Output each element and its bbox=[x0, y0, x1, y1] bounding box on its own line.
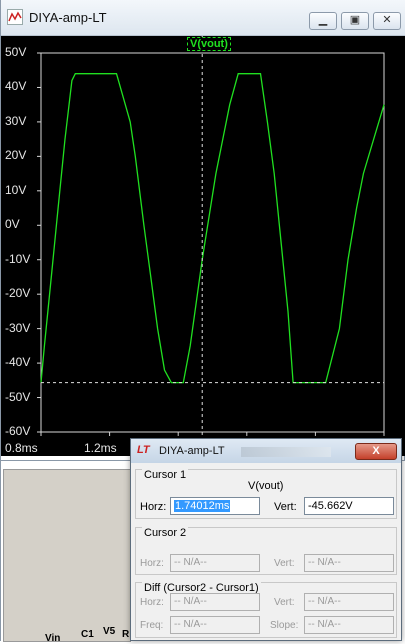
y-tick-label: 10V bbox=[5, 182, 27, 197]
restore-button[interactable]: ▣ bbox=[341, 12, 369, 30]
y-tick-label: -10V bbox=[5, 251, 31, 266]
cursor-dialog: LT DIYA-amp-LT X Cursor 1 V(vout) Horz: … bbox=[130, 438, 402, 641]
cursor1-heading: Cursor 1 bbox=[142, 469, 189, 481]
minimize-button[interactable]: ▁ bbox=[309, 12, 337, 30]
cursor2-horz-field: -- N/A-- bbox=[170, 554, 260, 572]
y-tick-label: 30V bbox=[5, 113, 27, 128]
ltspice-icon: LT bbox=[137, 444, 150, 456]
diff-vert-field: -- N/A-- bbox=[304, 593, 394, 611]
trace-vout bbox=[40, 73, 385, 384]
plot-frame bbox=[40, 52, 385, 433]
diff-vert-label: Vert: bbox=[274, 597, 295, 608]
cursor2-vert-field: -- N/A-- bbox=[304, 554, 394, 572]
waveform-app-icon bbox=[7, 9, 23, 25]
plot-pane[interactable] bbox=[1, 36, 405, 456]
cursor1-group: Cursor 1 V(vout) Horz: 1.74012ms Vert: -… bbox=[135, 469, 397, 519]
schematic-label-c1: C1 bbox=[81, 629, 94, 640]
y-tick-label: -30V bbox=[5, 320, 31, 335]
y-tick-label: -40V bbox=[5, 355, 31, 370]
dialog-titlebar[interactable]: LT DIYA-amp-LT X bbox=[131, 439, 401, 463]
diff-slope-label: Slope: bbox=[270, 620, 299, 631]
cursor1-horz-value[interactable]: 1.74012ms bbox=[174, 500, 231, 512]
cursor1-vert-field[interactable]: -45.662V bbox=[304, 497, 394, 515]
cursor2-horz-label: Horz: bbox=[140, 558, 164, 569]
diff-horz-field: -- N/A-- bbox=[170, 593, 260, 611]
diff-freq-label: Freq: bbox=[140, 620, 164, 631]
diff-horz-label: Horz: bbox=[140, 597, 164, 608]
close-button[interactable]: ✕ bbox=[373, 12, 401, 30]
dialog-close-button[interactable]: X bbox=[355, 443, 397, 460]
dialog-title: DIYA-amp-LT bbox=[159, 445, 225, 457]
cursor1-vert-label: Vert: bbox=[274, 501, 297, 513]
waveform-plot[interactable] bbox=[1, 36, 405, 456]
x-tick-label: 1.2ms bbox=[84, 441, 117, 455]
trace-label-vout[interactable]: V(vout) bbox=[187, 37, 231, 51]
cursor1-trace: V(vout) bbox=[248, 480, 284, 492]
schematic-label-v5: V5 bbox=[103, 626, 116, 637]
y-tick-label: -60V bbox=[5, 424, 31, 438]
cursor1-horz-field[interactable]: 1.74012ms bbox=[170, 497, 260, 515]
diff-slope-field: -- N/A-- bbox=[304, 616, 394, 634]
blurred-title-region bbox=[241, 447, 331, 457]
y-tick-label: 0V bbox=[5, 217, 20, 232]
diff-freq-field: -- N/A-- bbox=[170, 616, 260, 634]
titlebar[interactable]: DIYA-amp-LT ▁ ▣ ✕ bbox=[1, 0, 405, 36]
y-tick-label: 40V bbox=[5, 79, 27, 94]
schematic-label-vin: Vin bbox=[45, 633, 61, 644]
y-tick-label: -50V bbox=[5, 389, 31, 404]
cursor1-horz-label: Horz: bbox=[140, 501, 167, 513]
y-tick-label: -20V bbox=[5, 286, 31, 301]
schematic-label-r: R bbox=[122, 629, 130, 640]
schematic-panel bbox=[3, 469, 131, 642]
x-tick-label: 0.8ms bbox=[5, 441, 38, 455]
cursor2-heading: Cursor 2 bbox=[142, 527, 189, 539]
diff-group: Diff (Cursor2 - Cursor1) Horz: -- N/A-- … bbox=[135, 582, 397, 638]
cursor2-vert-label: Vert: bbox=[274, 558, 295, 569]
y-tick-label: 50V bbox=[5, 45, 27, 59]
cursor2-group: Cursor 2 Horz: -- N/A-- Vert: -- N/A-- bbox=[135, 527, 397, 575]
y-tick-label: 20V bbox=[5, 148, 27, 163]
window-title: DIYA-amp-LT bbox=[29, 10, 107, 25]
